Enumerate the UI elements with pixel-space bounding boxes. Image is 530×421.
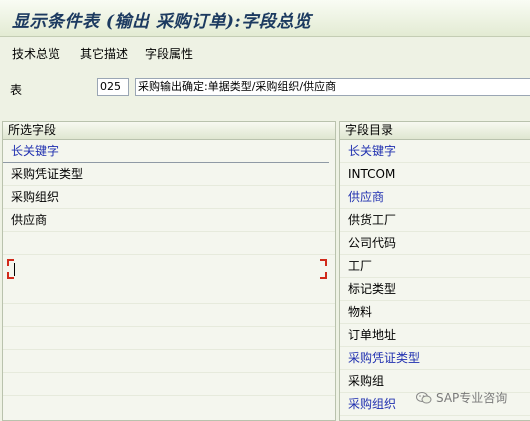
empty-row (3, 304, 335, 327)
selected-fields-panel: 所选字段 长关键字 采购凭证类型 采购组织 供应商 (2, 121, 336, 421)
title-bar: 显示条件表 (输出 采购订单):字段总览 (0, 0, 530, 37)
table-label: 表 (10, 83, 23, 97)
empty-row (3, 327, 335, 350)
field-catalog-item[interactable]: 订单地址 (340, 324, 530, 347)
table-code-field[interactable]: 025 (97, 78, 129, 96)
field-catalog-list: INTCOM 供应商 供货工厂 公司代码 工厂 标记类型 物料 订单地址 采购凭证类型 采购组 采购… (340, 163, 530, 416)
menu-technical-overview[interactable]: 技术总览 (12, 45, 60, 62)
wechat-icon (416, 391, 432, 403)
field-catalog-item[interactable]: 供货工厂 (340, 209, 530, 232)
field-catalog-item[interactable]: 采购凭证类型 (340, 347, 530, 370)
field-catalog-item[interactable]: 标记类型 (340, 278, 530, 301)
empty-row (3, 232, 335, 255)
field-catalog-item[interactable]: 公司代码 (340, 232, 530, 255)
field-catalog-header: 字段目录 (340, 122, 530, 140)
selected-fields-column-title: 长关键字 (3, 140, 329, 163)
field-catalog-panel: 字段目录 长关键字 INTCOM 供应商 供货工厂 公司代码 工厂 标记类型 物料 订单地址采… (339, 121, 530, 421)
watermark-text: SAP专业咨询 (436, 391, 508, 405)
selected-field-item[interactable]: 供应商 (3, 209, 335, 232)
menu-field-attributes[interactable]: 字段属性 (145, 45, 193, 62)
table-description-field: 采购输出确定:单据类型/采购组织/供应商 (135, 78, 530, 96)
window-title: 显示条件表 (输出 采购订单):字段总览 (12, 12, 312, 32)
field-catalog-item[interactable]: 供应商 (340, 186, 530, 209)
empty-row (3, 350, 335, 373)
field-catalog-item[interactable]: INTCOM (340, 163, 530, 186)
watermark: SAP专业咨询 (416, 389, 507, 406)
text-cursor (14, 263, 15, 276)
field-catalog-column-title: 长关键字 (340, 140, 530, 163)
menu-other-description[interactable]: 其它描述 (80, 45, 128, 62)
field-catalog-item[interactable]: 工厂 (340, 255, 530, 278)
selected-fields-header: 所选字段 (3, 122, 335, 140)
selected-field-item[interactable]: 采购凭证类型 (3, 163, 335, 186)
field-catalog-item[interactable]: 物料 (340, 301, 530, 324)
focus-frame (7, 259, 327, 279)
menu-bar: 技术总览 其它描述 字段属性 (0, 37, 530, 68)
empty-row (3, 281, 335, 304)
table-info-row: 表 025 采购输出确定:单据类型/采购组织/供应商 (0, 68, 530, 108)
selected-field-item[interactable]: 采购组织 (3, 186, 335, 209)
focused-row[interactable] (3, 255, 335, 281)
empty-row (3, 373, 335, 396)
